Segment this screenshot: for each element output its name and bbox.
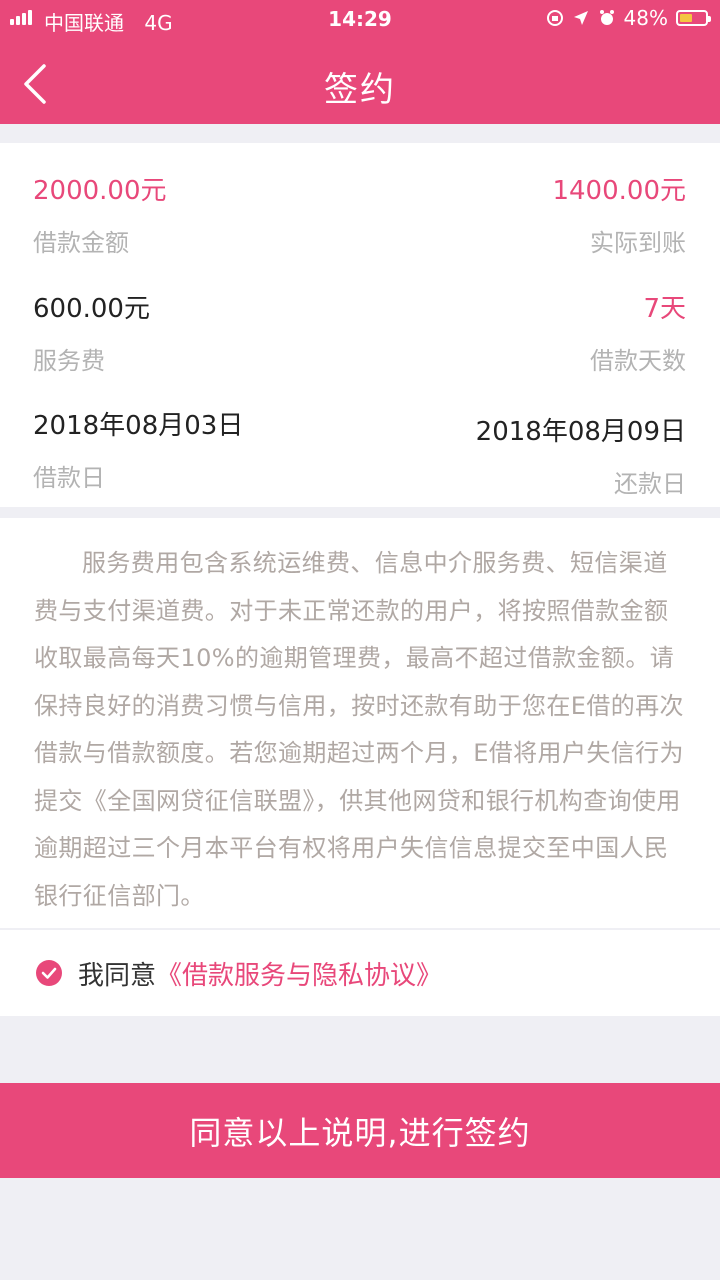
status-bar: 中国联通 4G 14:29 48% (0, 0, 720, 40)
fee-notice-text: 服务费用包含系统运维费、信息中介服务费、短信渠道费与支付渠道费。对于未正常还款的… (34, 549, 684, 910)
loan-amount-value: 2000.00元 (33, 176, 167, 206)
page-title: 签约 (324, 70, 396, 110)
agreement-link[interactable]: 《借款服务与隐私协议》 (156, 955, 442, 992)
check-circle-icon[interactable] (36, 960, 62, 986)
status-right-group: 48% (546, 6, 711, 30)
app-header: 中国联通 4G 14:29 48% 签约 (0, 0, 720, 124)
battery-level (680, 14, 692, 22)
loan-date-value: 2018年08月03日 (33, 411, 244, 441)
battery-percent: 48% (623, 6, 668, 30)
repay-date: 2018年08月09日 还款日 (476, 411, 686, 499)
repay-date-value: 2018年08月09日 (475, 417, 686, 447)
received-amount-label: 实际到账 (590, 229, 686, 257)
orientation-lock-icon (546, 10, 563, 26)
received-amount: 1400.00元 实际到账 (552, 170, 686, 258)
loan-days-label: 借款天数 (590, 347, 686, 375)
loan-amount: 2000.00元 借款金额 (33, 170, 167, 258)
loan-days-value: 7天 (643, 294, 686, 324)
alarm-icon (599, 10, 614, 25)
service-fee-value: 600.00元 (33, 294, 150, 324)
loan-amount-label: 借款金额 (33, 229, 129, 257)
service-fee-label: 服务费 (33, 347, 105, 375)
location-arrow-icon (573, 11, 588, 25)
sign-button[interactable]: 同意以上说明,进行签约 (0, 1083, 720, 1178)
agreement-prefix: 我同意 (78, 960, 157, 991)
loan-date-label: 借款日 (33, 464, 105, 492)
fee-notice: 服务费用包含系统运维费、信息中介服务费、短信渠道费与支付渠道费。对于未正常还款的… (0, 518, 720, 928)
loan-summary-card: 2000.00元 借款金额 1400.00元 实际到账 600.00元 服务费 … (0, 143, 720, 507)
loan-days: 7天 借款天数 (590, 288, 686, 376)
loan-date: 2018年08月03日 借款日 (33, 405, 243, 493)
service-fee: 600.00元 服务费 (33, 288, 150, 376)
battery-icon (676, 10, 711, 26)
repay-date-label: 还款日 (614, 470, 686, 498)
agreement-row[interactable]: 我同意 《借款服务与隐私协议》 (0, 930, 720, 1016)
received-amount-value: 1400.00元 (552, 176, 686, 206)
